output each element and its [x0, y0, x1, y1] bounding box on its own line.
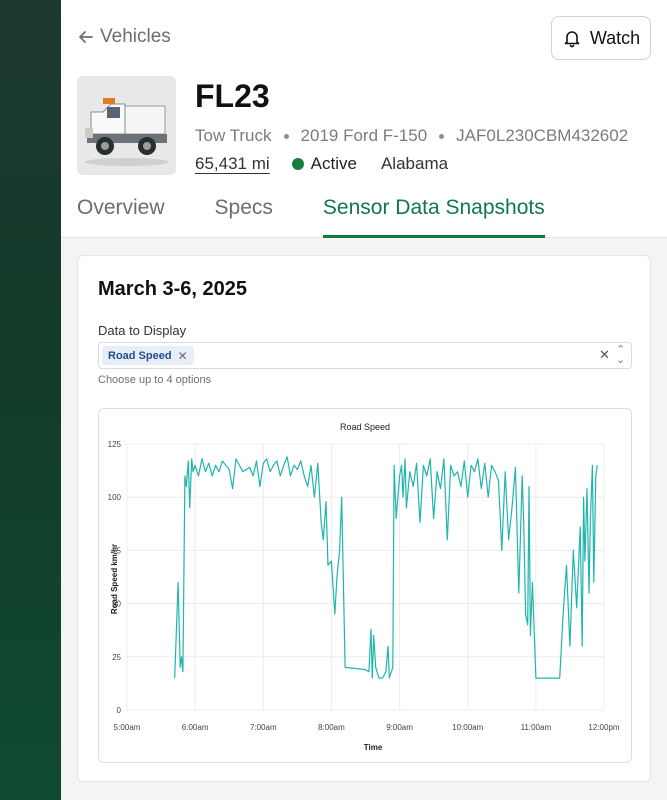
x-tick-label: 9:00am [386, 723, 413, 732]
y-tick-label: 100 [108, 493, 122, 502]
x-tick-label: 10:00am [452, 723, 483, 732]
road-speed-line [174, 456, 598, 679]
chart-x-axis-label: Time [364, 743, 383, 752]
snapshot-card: March 3-6, 2025 Data to Display Road Spe… [77, 255, 651, 782]
back-link-label: Vehicles [100, 26, 171, 47]
separator-dot [439, 133, 445, 139]
arrow-left-icon [79, 31, 93, 43]
vehicle-model: 2019 Ford F-150 [300, 126, 428, 145]
main-content: Vehicles Watch FL23 Tow Truck 2019 Ford … [61, 0, 667, 800]
chart-series [174, 456, 598, 679]
watch-button[interactable]: Watch [551, 16, 651, 60]
clear-selection-icon[interactable]: ✕ [599, 347, 610, 363]
vehicle-header: Vehicles Watch FL23 Tow Truck 2019 Ford … [61, 0, 667, 238]
vehicle-type: Tow Truck [195, 126, 272, 145]
x-tick-label: 8:00am [318, 723, 345, 732]
data-to-display-select[interactable]: Road Speed ✕ ✕ ⌃ ⌄ [98, 342, 632, 369]
separator-dot [283, 133, 289, 139]
x-tick-label: 12:00pm [588, 723, 619, 732]
y-tick-label: 75 [112, 546, 121, 555]
selected-option-chip: Road Speed ✕ [102, 346, 194, 365]
bell-icon [564, 31, 580, 48]
chip-label: Road Speed [108, 349, 172, 362]
watch-button-label: Watch [589, 27, 641, 48]
vehicle-meta: Tow Truck 2019 Ford F-150 JAF0L230CBM432… [195, 126, 628, 146]
y-tick-label: 50 [112, 600, 121, 609]
x-tick-label: 11:00am [521, 723, 552, 732]
tab-overview[interactable]: Overview [77, 192, 165, 238]
vehicle-vin: JAF0L230CBM432602 [456, 126, 629, 145]
vehicle-location: Alabama [380, 154, 449, 173]
date-range-title: March 3-6, 2025 [98, 278, 247, 300]
tab-sensor-data-snapshots[interactable]: Sensor Data Snapshots [322, 192, 545, 238]
x-tick-label: 6:00am [182, 723, 209, 732]
data-to-display-label: Data to Display [98, 323, 187, 338]
vehicle-mileage[interactable]: 65,431 mi [195, 154, 270, 174]
vehicle-name: FL23 [195, 78, 270, 114]
x-tick-label: 7:00am [250, 723, 277, 732]
chart-canvas: Road Speed Road Speed km/hr Time 0255075… [108, 422, 620, 752]
back-link[interactable]: Vehicles [78, 26, 171, 48]
x-tick-label: 5:00am [114, 723, 141, 732]
vehicle-status-row: 65,431 mi Active Alabama [195, 154, 448, 174]
y-tick-label: 25 [112, 653, 121, 662]
y-tick-label: 0 [117, 706, 122, 715]
y-tick-label: 125 [108, 440, 122, 449]
chevron-updown-icon[interactable]: ⌃ ⌄ [616, 345, 625, 366]
app-sidebar [0, 0, 61, 800]
road-speed-chart: Road Speed Road Speed km/hr Time 0 25 50 75… [98, 408, 632, 763]
chart-title: Road Speed [340, 422, 390, 432]
status-dot-icon [291, 158, 304, 170]
vehicle-thumbnail [77, 76, 176, 175]
status-badge: Active [310, 154, 357, 173]
tab-specs[interactable]: Specs [215, 192, 273, 238]
select-help-text: Choose up to 4 options [98, 374, 212, 386]
remove-chip-icon[interactable]: ✕ [178, 349, 188, 363]
tab-bar: Overview Specs Sensor Data Snapshots [77, 192, 595, 238]
